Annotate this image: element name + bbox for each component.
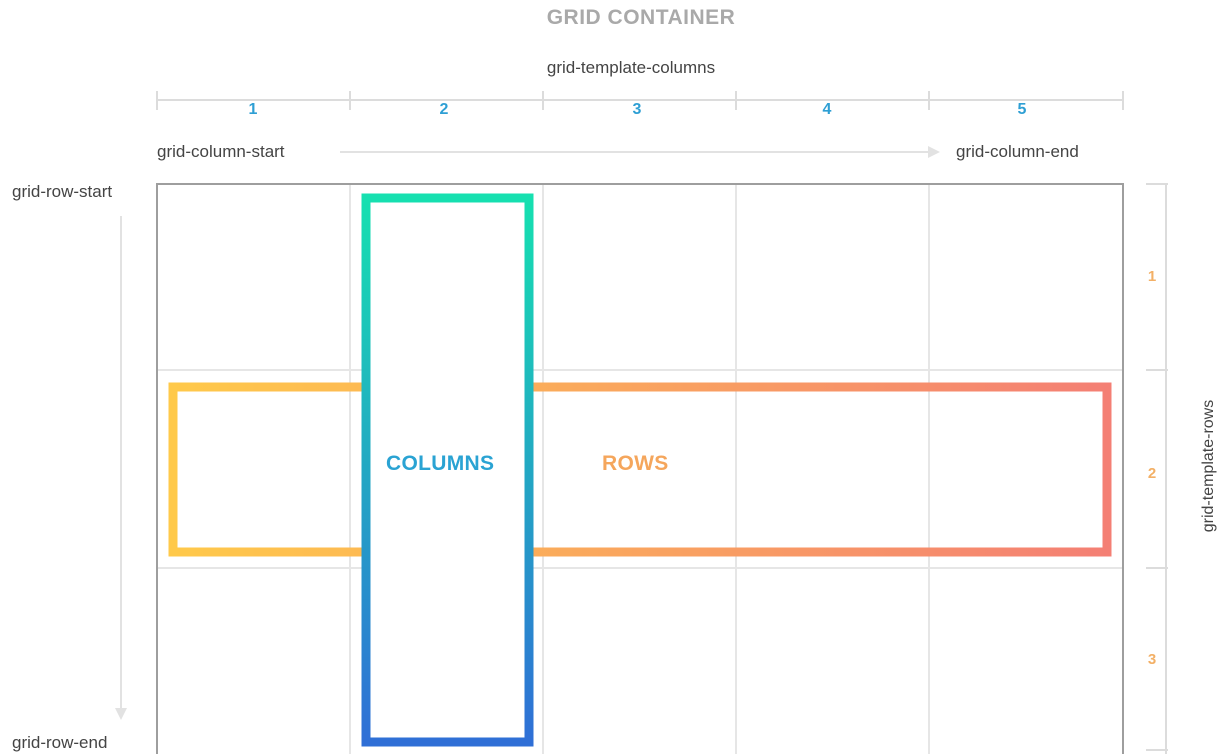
grid-row-start-label: grid-row-start <box>12 182 113 201</box>
column-number-4: 4 <box>822 101 832 118</box>
column-number-3: 3 <box>632 101 642 118</box>
column-direction-arrow <box>340 146 940 158</box>
rows-box-label: ROWS <box>602 452 669 475</box>
row-direction-arrow <box>115 216 127 720</box>
diagram-title: GRID CONTAINER <box>546 6 736 29</box>
grid-row-end-label: grid-row-end <box>12 733 108 752</box>
column-number-1: 1 <box>248 101 258 118</box>
column-number-5: 5 <box>1017 101 1027 118</box>
grid-column-end-label: grid-column-end <box>956 142 1079 161</box>
row-number-3: 3 <box>1147 651 1157 668</box>
grid-column-start-label: grid-column-start <box>157 142 285 161</box>
row-number-2: 2 <box>1147 465 1157 482</box>
grid-template-columns-label: grid-template-columns <box>546 58 716 77</box>
columns-box-label: COLUMNS <box>386 452 495 475</box>
row-number-1: 1 <box>1147 268 1157 285</box>
column-number-2: 2 <box>439 101 449 118</box>
grid-template-rows-label: grid-template-rows <box>1200 399 1217 533</box>
